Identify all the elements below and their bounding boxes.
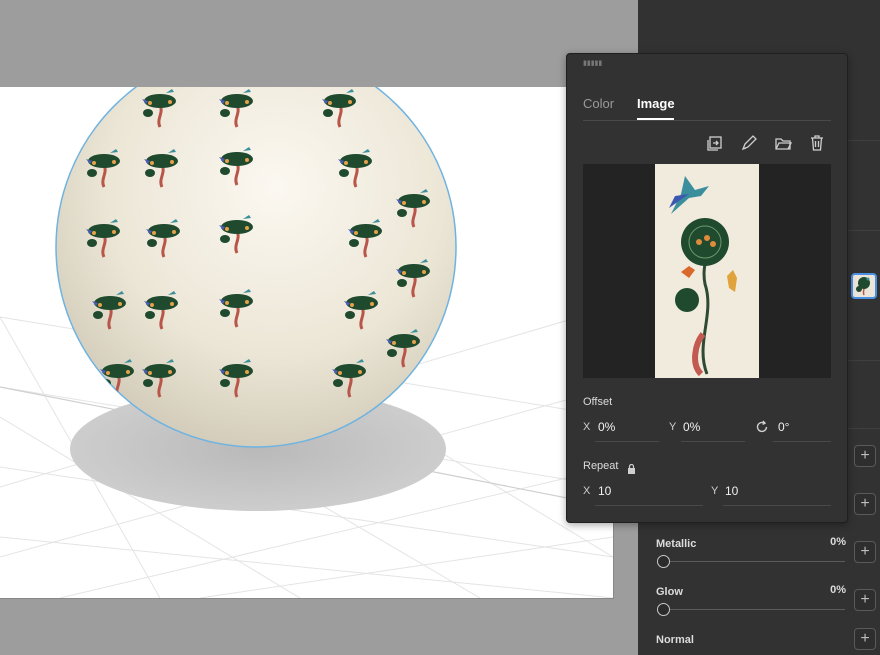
repeat-y-axis-label: Y [711,485,719,497]
repeat-y-input[interactable]: 10 [725,484,738,498]
add-metallic-texture-button[interactable]: + [854,541,876,563]
panel-divider [845,428,880,429]
offset-y-input[interactable]: 0% [683,420,700,434]
panel-divider [845,360,880,361]
texture-popover: ▮▮▮▮▮ Color Image Offset X 0% Y 0% 0° Re… [566,53,848,523]
tab-color[interactable]: Color [583,96,614,111]
offset-x-axis-label: X [583,421,591,433]
rotation-input[interactable]: 0° [778,420,789,434]
glow-label: Glow [656,586,683,598]
scene-stage[interactable] [0,87,614,599]
offset-y-underline [681,441,745,442]
textured-sphere[interactable] [55,87,457,448]
rotate-icon [755,420,769,434]
drag-handle-icon[interactable]: ▮▮▮▮▮ [583,59,602,67]
glow-slider-track[interactable] [663,609,845,610]
panel-divider [845,140,880,141]
repeat-y-underline [723,505,831,506]
offset-label: Offset [583,396,613,408]
rotation-underline [773,441,831,442]
trash-icon[interactable] [808,134,826,152]
repeat-x-underline [595,505,703,506]
repeat-label: Repeat [583,460,619,472]
add-property-button[interactable]: + [854,445,876,467]
metallic-value[interactable]: 0% [806,536,846,548]
add-glow-texture-button[interactable]: + [854,589,876,611]
offset-x-input[interactable]: 0% [598,420,615,434]
material-image-thumbnail[interactable] [851,273,877,299]
lock-icon[interactable] [627,461,636,474]
repeat-x-axis-label: X [583,485,591,497]
add-property-button[interactable]: + [854,493,876,515]
edit-pencil-icon[interactable] [740,134,758,152]
tab-active-indicator [637,118,674,120]
metallic-slider-track[interactable] [663,561,845,562]
tab-image[interactable]: Image [637,96,675,111]
viewport-canvas[interactable] [0,0,638,655]
image-preview [583,164,831,378]
repeat-x-input[interactable]: 10 [598,484,611,498]
panel-divider [845,230,880,231]
metallic-slider-knob[interactable] [657,555,670,568]
metallic-label: Metallic [656,538,697,550]
open-folder-icon[interactable] [774,134,793,152]
glow-value[interactable]: 0% [806,584,846,596]
offset-y-axis-label: Y [669,421,677,433]
normal-label: Normal [656,634,694,646]
tab-divider [583,120,831,121]
replace-image-icon[interactable] [707,134,725,152]
add-normal-texture-button[interactable]: + [854,628,876,650]
offset-x-underline [595,441,659,442]
glow-slider-knob[interactable] [657,603,670,616]
texture-image [655,164,759,378]
